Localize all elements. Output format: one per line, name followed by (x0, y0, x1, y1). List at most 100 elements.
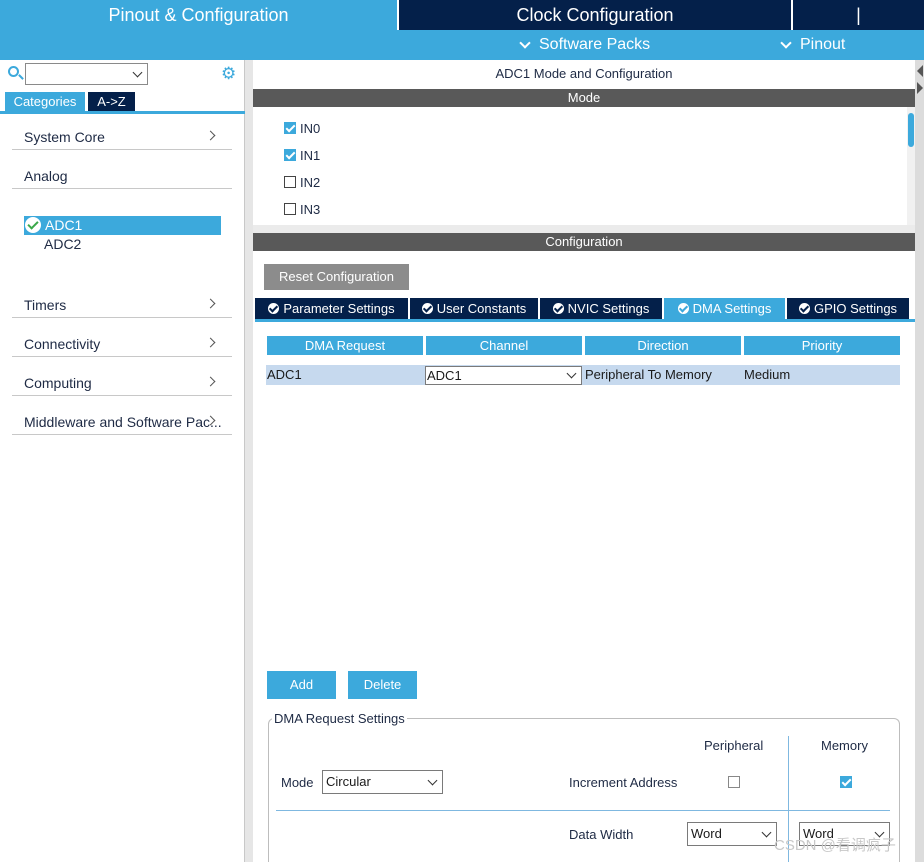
sub-menu-bar: Software Packs Pinout (0, 30, 924, 60)
tab-label: DMA Settings (692, 301, 772, 316)
chevron-down-icon (780, 36, 792, 49)
analog-item-adc1[interactable]: ADC1 (24, 216, 221, 235)
add-button[interactable]: Add (267, 671, 336, 699)
adc1-config-panel: ADC1 Mode and Configuration Mode IN0 IN1… (253, 60, 915, 862)
category-label: Analog (24, 168, 68, 184)
chevron-right-icon (205, 376, 216, 387)
pinout-menu-label: Pinout (800, 36, 846, 53)
tab-label: User Constants (436, 301, 527, 316)
check-circle-icon (268, 303, 280, 314)
channel-select[interactable]: ADC1 (425, 366, 582, 385)
column-header-channel[interactable]: Channel (426, 336, 582, 355)
category-label: System Core (24, 129, 105, 145)
mode-item-in1[interactable]: IN1 (284, 146, 320, 164)
tab-parameter-settings[interactable]: Parameter Settings (255, 298, 408, 319)
check-circle-icon (798, 303, 810, 314)
dma-request-settings-legend: DMA Request Settings (272, 711, 407, 726)
data-width-label: Data Width (569, 827, 634, 842)
check-circle-icon (421, 303, 433, 314)
chevron-down-icon (519, 36, 531, 49)
data-width-peripheral-select[interactable]: Word (687, 822, 777, 846)
column-header-priority[interactable]: Priority (744, 336, 900, 355)
mode-scrollbar[interactable] (907, 107, 915, 225)
mode-label: Mode (281, 775, 314, 790)
mode-section-header: Mode (253, 89, 915, 107)
increment-address-label: Increment Address (569, 775, 678, 790)
chevron-right-icon (205, 337, 216, 348)
check-circle-icon (677, 303, 689, 314)
page-title: ADC1 Mode and Configuration (495, 66, 673, 81)
tab-pinout-configuration[interactable]: Pinout & Configuration (0, 0, 397, 30)
software-packs-menu[interactable]: Software Packs (519, 30, 650, 60)
tab-user-constants[interactable]: User Constants (410, 298, 538, 319)
column-header-direction[interactable]: Direction (585, 336, 741, 355)
tab-more[interactable]: | (793, 0, 924, 30)
peripheral-header: Peripheral (704, 738, 764, 753)
category-tabs: Categories A->Z (0, 92, 245, 114)
checkbox[interactable] (284, 122, 296, 134)
left-panel-splitter[interactable] (245, 60, 253, 862)
category-middleware[interactable]: Middleware and Software Pac... (12, 411, 232, 435)
tab-gpio-settings[interactable]: GPIO Settings (787, 298, 909, 319)
chevron-right-icon (205, 130, 216, 141)
categories-panel: ⚙ Categories A->Z System Core Analog ADC… (0, 60, 245, 862)
analog-item-adc2[interactable]: ADC2 (44, 236, 81, 252)
tab-clock-configuration[interactable]: Clock Configuration (399, 0, 791, 30)
chevron-down-icon (427, 775, 438, 786)
delete-button[interactable]: Delete (348, 671, 417, 699)
scrollbar-thumb[interactable] (908, 113, 914, 147)
mode-item-in0[interactable]: IN0 (284, 119, 320, 137)
tab-label: GPIO Settings (813, 301, 898, 316)
configuration-tabs: Parameter Settings User Constants NVIC S… (255, 298, 915, 322)
category-connectivity[interactable]: Connectivity (12, 333, 232, 357)
chevron-down-icon (761, 827, 772, 838)
category-label: Computing (24, 375, 92, 391)
increment-memory-checkbox[interactable] (840, 776, 852, 788)
check-circle-icon (25, 217, 41, 233)
channel-value: ADC1 (427, 368, 462, 383)
memory-header: Memory (821, 738, 868, 753)
tab-a-z[interactable]: A->Z (88, 92, 135, 111)
gear-icon[interactable]: ⚙ (221, 65, 238, 82)
expand-arrow-icon[interactable] (917, 82, 923, 94)
chevron-down-icon (566, 368, 577, 379)
mode-item-in3[interactable]: IN3 (284, 200, 320, 218)
tab-label: Parameter Settings (283, 301, 395, 316)
cell-dma-request: ADC1 (267, 367, 302, 382)
mode-item-label: IN3 (300, 201, 321, 217)
category-system-core[interactable]: System Core (12, 126, 232, 150)
category-label: Middleware and Software Pac... (24, 414, 222, 430)
pinout-menu[interactable]: Pinout (780, 30, 846, 60)
category-label: Timers (24, 297, 67, 313)
search-combobox[interactable] (25, 63, 148, 85)
mode-item-label: IN1 (300, 147, 321, 163)
category-timers[interactable]: Timers (12, 294, 232, 318)
checkbox[interactable] (284, 203, 296, 215)
tab-nvic-settings[interactable]: NVIC Settings (540, 298, 662, 319)
tab-label: NVIC Settings (567, 301, 650, 316)
top-tab-bar: Pinout & Configuration Clock Configurati… (0, 0, 924, 30)
reset-configuration-button[interactable]: Reset Configuration (264, 264, 409, 290)
mode-list: IN0 IN1 IN2 IN3 (253, 107, 915, 225)
category-analog[interactable]: Analog (12, 165, 232, 189)
column-header-dma-request[interactable]: DMA Request (267, 336, 423, 355)
category-computing[interactable]: Computing (12, 372, 232, 396)
check-circle-icon (552, 303, 564, 314)
mode-select[interactable]: Circular (322, 770, 443, 794)
checkbox[interactable] (284, 176, 296, 188)
mode-item-label: IN2 (300, 174, 321, 190)
watermark: CSDN @看调疯子 (774, 837, 896, 854)
increment-peripheral-checkbox[interactable] (728, 776, 740, 788)
mode-item-in2[interactable]: IN2 (284, 173, 320, 191)
tab-categories[interactable]: Categories (5, 92, 85, 111)
category-label: Connectivity (24, 336, 101, 352)
divider (276, 810, 890, 811)
right-panel-collapse-bar[interactable] (915, 60, 924, 862)
cell-direction: Peripheral To Memory (585, 367, 712, 382)
collapse-arrow-icon[interactable] (917, 65, 923, 77)
search-icon (8, 66, 19, 77)
checkbox[interactable] (284, 149, 296, 161)
chevron-down-icon[interactable] (132, 67, 143, 78)
configuration-section-header: Configuration (253, 233, 915, 251)
tab-dma-settings[interactable]: DMA Settings (664, 298, 785, 319)
